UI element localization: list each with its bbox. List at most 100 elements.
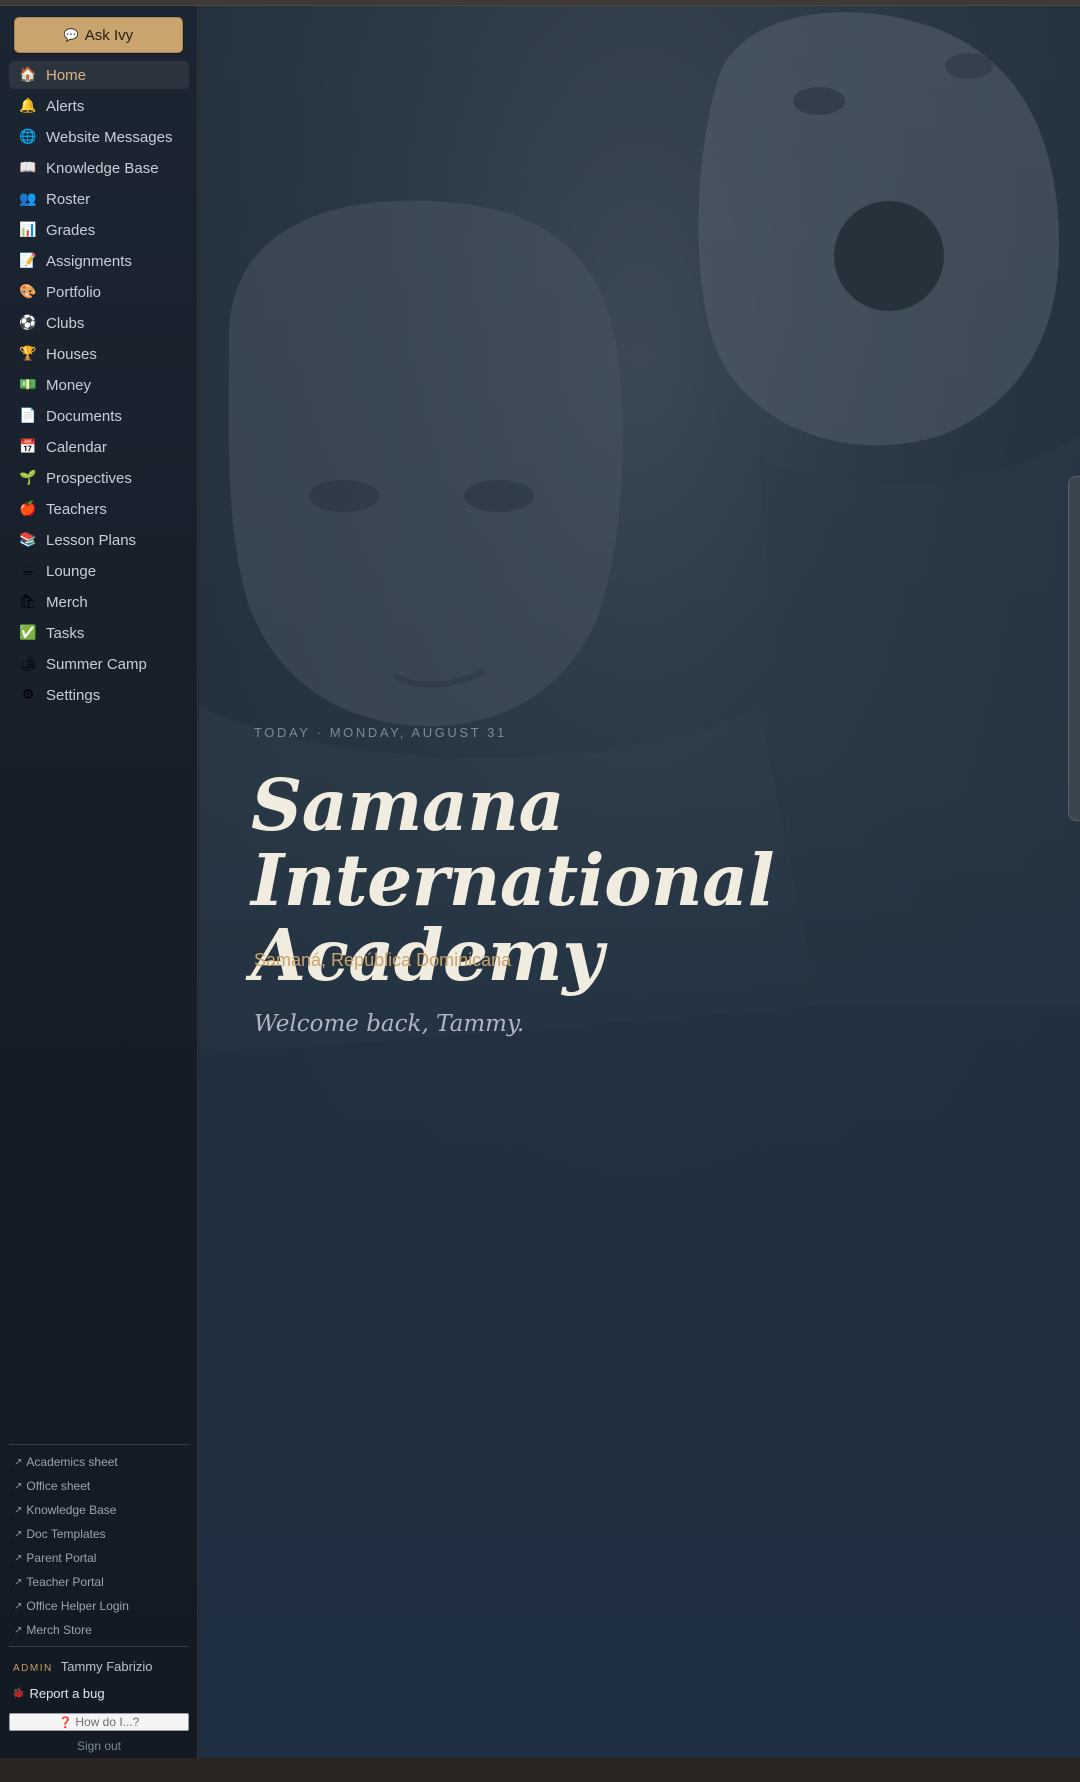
external-link-label: Office Helper Login xyxy=(26,1599,129,1613)
external-link-arrow-icon: ↗ xyxy=(14,1504,23,1516)
sidebar-item-houses[interactable]: 🏆 Houses xyxy=(9,340,189,368)
external-link-label: Teacher Portal xyxy=(26,1575,104,1589)
sidebar-item-alerts[interactable]: 🔔 Alerts xyxy=(9,92,189,120)
sidebar-item-label: Calendar xyxy=(46,438,107,456)
soccer-ball-icon: ⚽ xyxy=(19,315,37,331)
sidebar-item-assignments[interactable]: 📝 Assignments xyxy=(9,247,189,275)
external-link-academics-sheet[interactable]: ↗ Academics sheet xyxy=(14,1453,118,1471)
school-location: Samaná, República Dominicana xyxy=(254,950,512,970)
sidebar-item-portfolio[interactable]: 🎨 Portfolio xyxy=(9,278,189,306)
calendar-icon: 📅 xyxy=(19,439,37,455)
sidebar-item-roster[interactable]: 👥 Roster xyxy=(9,185,189,213)
sidebar-item-summer-camp[interactable]: 🏕 Summer Camp xyxy=(9,650,189,678)
external-link-label: Doc Templates xyxy=(26,1527,106,1541)
external-link-parent-portal[interactable]: ↗ Parent Portal xyxy=(14,1549,96,1567)
sidebar-item-label: Merch xyxy=(46,593,88,611)
sidebar-item-label: Prospectives xyxy=(46,469,132,487)
sidebar-item-label: Summer Camp xyxy=(46,655,147,673)
sidebar-item-label: Tasks xyxy=(46,624,85,642)
current-user: ADMIN Tammy Fabrizio xyxy=(13,1659,152,1674)
sidebar-item-label: Grades xyxy=(46,221,96,239)
sidebar-item-grades[interactable]: 📊 Grades xyxy=(9,216,189,244)
sidebar-divider xyxy=(9,1646,189,1647)
sidebar-item-documents[interactable]: 📄 Documents xyxy=(9,402,189,430)
external-link-arrow-icon: ↗ xyxy=(14,1576,23,1588)
bug-icon: 🐞 xyxy=(12,1688,25,1699)
camping-icon: 🏕 xyxy=(19,656,37,672)
sidebar-item-tasks[interactable]: ✅ Tasks xyxy=(9,619,189,647)
sign-out-link[interactable]: Sign out xyxy=(0,1739,198,1753)
sidebar-item-label: Portfolio xyxy=(46,283,102,301)
ask-ivy-label: Ask Ivy xyxy=(84,26,134,44)
external-link-arrow-icon: ↗ xyxy=(14,1480,23,1492)
people-icon: 👥 xyxy=(19,191,37,207)
report-bug-label: Report a bug xyxy=(29,1686,105,1701)
coffee-icon: ☕ xyxy=(21,563,35,579)
sidebar-item-clubs[interactable]: ⚽ Clubs xyxy=(9,309,189,337)
sidebar-item-label: Alerts xyxy=(46,97,85,115)
external-link-arrow-icon: ↗ xyxy=(14,1528,23,1540)
gear-icon: ⚙ xyxy=(21,687,35,703)
external-link-arrow-icon: ↗ xyxy=(14,1600,23,1612)
sidebar-item-merch[interactable]: 🛍 Merch xyxy=(9,588,189,616)
scroll-handle[interactable] xyxy=(1068,476,1080,821)
globe-icon: 🌐 xyxy=(19,129,37,145)
user-name: Tammy Fabrizio xyxy=(60,1659,153,1674)
sidebar-item-label: Money xyxy=(46,376,92,394)
role-badge: ADMIN xyxy=(13,1663,53,1674)
sidebar-item-label: Settings xyxy=(46,686,101,704)
sidebar-item-calendar[interactable]: 📅 Calendar xyxy=(9,433,189,461)
sidebar-item-lesson-plans[interactable]: 📚 Lesson Plans xyxy=(9,526,189,554)
sidebar-item-label: Teachers xyxy=(46,500,107,518)
help-search-input[interactable]: ❓ How do I...? xyxy=(9,1713,189,1731)
sidebar-item-money[interactable]: 💵 Money xyxy=(9,371,189,399)
external-link-merch-store[interactable]: ↗ Merch Store xyxy=(14,1621,92,1639)
sidebar-item-lounge[interactable]: ☕ Lounge xyxy=(9,557,189,585)
chat-bubble-icon: 💬 xyxy=(63,28,79,42)
window-bottom-bar xyxy=(0,1758,1080,1782)
external-link-label: Merch Store xyxy=(26,1623,92,1637)
sidebar-item-label: Knowledge Base xyxy=(46,159,159,177)
memo-icon: 📝 xyxy=(19,253,37,269)
external-link-arrow-icon: ↗ xyxy=(14,1624,23,1636)
external-link-label: Office sheet xyxy=(26,1479,91,1493)
ask-ivy-button[interactable]: 💬 Ask Ivy xyxy=(14,17,183,53)
sidebar-item-website-messages[interactable]: 🌐 Website Messages xyxy=(9,123,189,151)
bar-chart-icon: 📊 xyxy=(19,222,37,238)
external-link-office-sheet[interactable]: ↗ Office sheet xyxy=(14,1477,90,1495)
sidebar-item-label: Documents xyxy=(46,407,122,425)
apple-icon: 🍎 xyxy=(19,501,37,517)
document-icon: 📄 xyxy=(19,408,37,424)
check-box-icon: ✅ xyxy=(19,625,37,641)
trophy-icon: 🏆 xyxy=(19,346,37,362)
sidebar-item-home[interactable]: 🏠 Home xyxy=(9,61,189,89)
sidebar-item-teachers[interactable]: 🍎 Teachers xyxy=(9,495,189,523)
sidebar-item-prospectives[interactable]: 🌱 Prospectives xyxy=(9,464,189,492)
sidebar-divider xyxy=(9,1444,189,1445)
sidebar-item-label: Roster xyxy=(46,190,91,208)
sidebar-item-label: Clubs xyxy=(46,314,85,332)
shopping-bags-icon: 🛍 xyxy=(19,594,37,610)
sidebar-item-label: Home xyxy=(46,66,87,84)
external-link-teacher-portal[interactable]: ↗ Teacher Portal xyxy=(14,1573,104,1591)
palette-icon: 🎨 xyxy=(19,284,37,300)
open-book-icon: 📖 xyxy=(19,160,37,176)
external-link-doc-templates[interactable]: ↗ Doc Templates xyxy=(14,1525,106,1543)
question-mark-icon: ❓ xyxy=(58,1715,73,1729)
sidebar-item-knowledge-base[interactable]: 📖 Knowledge Base xyxy=(9,154,189,182)
external-link-label: Parent Portal xyxy=(26,1551,97,1565)
house-icon: 🏠 xyxy=(19,67,37,83)
help-search-placeholder: How do I...? xyxy=(75,1715,140,1729)
sidebar-item-label: Lounge xyxy=(46,562,97,580)
today-date: TODAY · MONDAY, AUGUST 31 xyxy=(254,725,507,740)
welcome-message: Welcome back, Tammy. xyxy=(254,1011,525,1037)
external-link-office-helper-login[interactable]: ↗ Office Helper Login xyxy=(14,1597,129,1615)
report-bug-link[interactable]: 🐞 Report a bug xyxy=(12,1686,105,1701)
external-link-knowledge-base[interactable]: ↗ Knowledge Base xyxy=(14,1501,116,1519)
external-link-label: Knowledge Base xyxy=(26,1503,117,1517)
seedling-icon: 🌱 xyxy=(19,470,37,486)
bell-icon: 🔔 xyxy=(19,98,37,114)
sidebar: 💬 Ask Ivy 🏠 Home 🔔 Alerts 🌐 Website Messages 📖… xyxy=(0,6,198,1758)
books-icon: 📚 xyxy=(19,532,37,548)
sidebar-item-settings[interactable]: ⚙ Settings xyxy=(9,681,189,709)
